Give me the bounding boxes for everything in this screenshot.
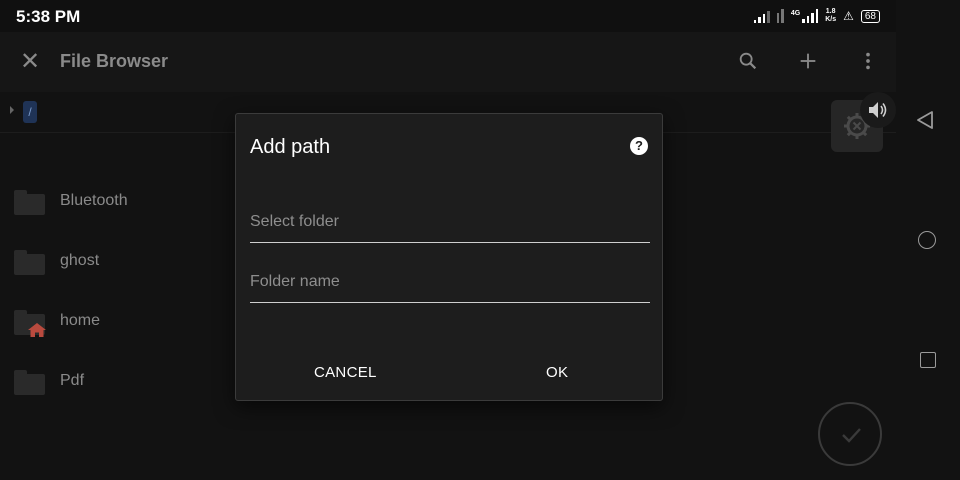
list-item-ghost[interactable]: ghost	[0, 232, 230, 292]
list-item-bluetooth[interactable]: Bluetooth	[0, 172, 230, 232]
back-icon[interactable]	[916, 110, 934, 130]
folder-icon	[14, 250, 45, 275]
dialog-title: Add path	[250, 136, 331, 158]
folder-icon	[14, 190, 45, 215]
folder-name-input[interactable]	[250, 262, 650, 303]
chevron-right-icon	[10, 106, 14, 114]
list-item-label: home	[60, 312, 101, 329]
volume-icon	[869, 102, 887, 118]
system-nav-bar	[896, 0, 960, 480]
list-item-label: Pdf	[60, 372, 85, 389]
more-vert-icon[interactable]	[856, 50, 880, 74]
close-icon[interactable]: ✕	[18, 50, 42, 74]
signal-4g-icon: 4G	[791, 9, 819, 23]
add-path-dialog: Add path ? CANCEL OK	[235, 113, 663, 401]
folder-icon	[14, 370, 45, 395]
list-item-pdf[interactable]: Pdf	[0, 352, 230, 412]
list-item-label: ghost	[60, 252, 100, 269]
list-item-home[interactable]: home	[0, 292, 230, 352]
net-speed: 1.8 K/s	[825, 8, 837, 23]
select-folder-input[interactable]	[250, 202, 650, 243]
data-arrows-icon	[776, 9, 784, 23]
check-icon	[842, 428, 861, 443]
ok-button[interactable]: OK	[546, 354, 568, 390]
volume-button[interactable]	[860, 92, 896, 128]
add-icon[interactable]	[796, 50, 820, 74]
home-nav-icon[interactable]	[918, 231, 936, 249]
search-icon[interactable]	[736, 50, 760, 74]
home-icon	[28, 323, 46, 337]
recents-icon[interactable]	[920, 352, 936, 368]
battery-icon: 68	[860, 9, 880, 23]
status-icons: 4G 1.8 K/s ⚠ 68	[753, 6, 880, 26]
warning-icon: ⚠	[843, 9, 854, 23]
breadcrumb-root[interactable]: /	[23, 101, 37, 123]
confirm-fab[interactable]	[818, 402, 882, 466]
help-icon[interactable]: ?	[630, 137, 648, 155]
signal-icon	[753, 9, 770, 23]
cancel-button[interactable]: CANCEL	[314, 354, 377, 390]
list-item-label: Bluetooth	[60, 192, 128, 209]
page-title: File Browser	[60, 51, 169, 71]
status-time: 5:38 PM	[16, 7, 81, 26]
status-bar: 5:38 PM 4G 1.8 K/s ⚠ 68	[0, 0, 960, 32]
app-bar: ✕ File Browser	[0, 32, 896, 92]
